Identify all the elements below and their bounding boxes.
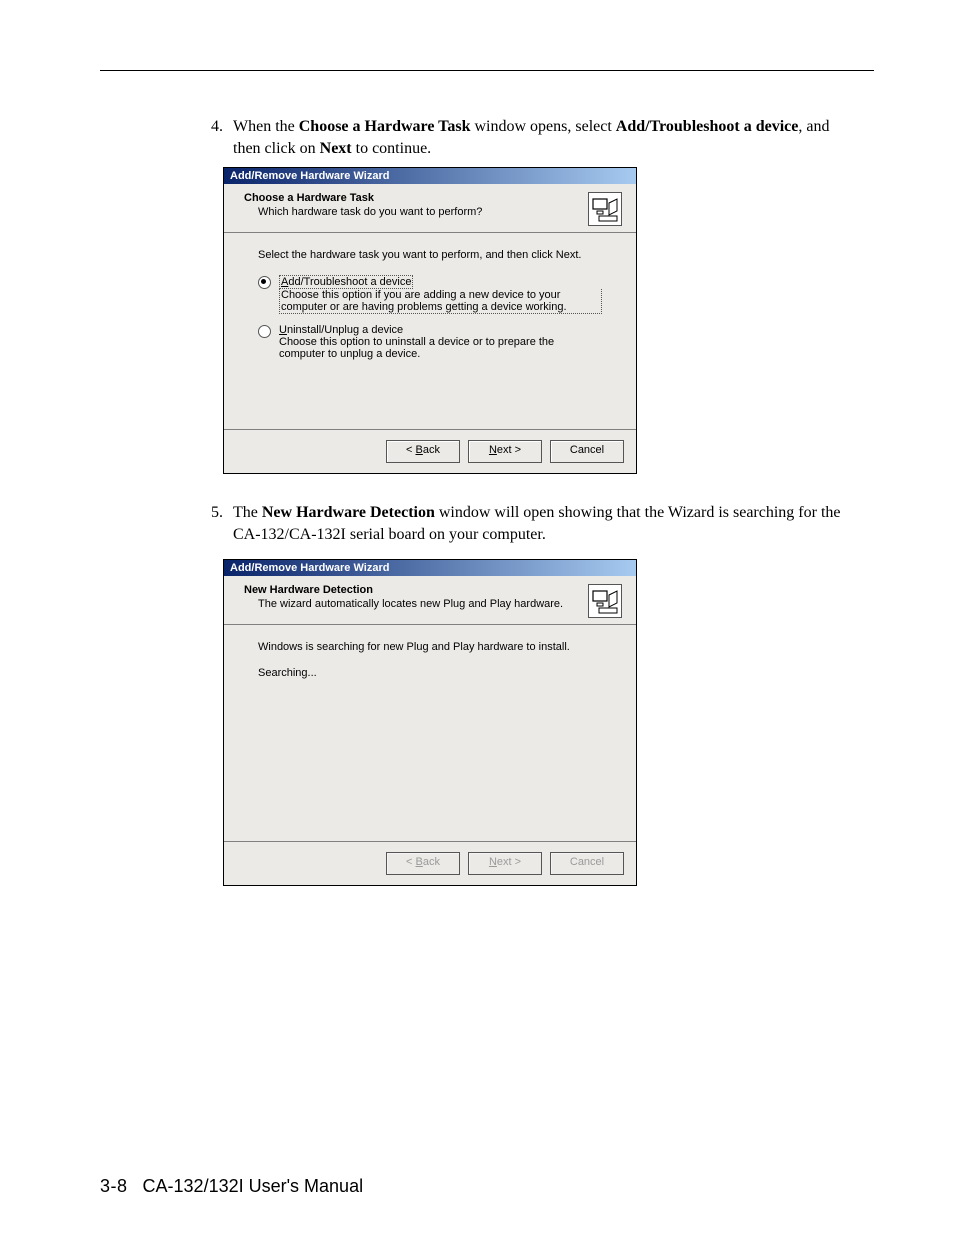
dialog-header: New Hardware Detection The wizard automa… — [224, 576, 636, 625]
dialog-titlebar: Add/Remove Hardware Wizard — [224, 560, 636, 576]
next-button[interactable]: Next > — [468, 440, 542, 463]
dialog-heading: New Hardware Detection — [244, 584, 580, 596]
dialog-titlebar: Add/Remove Hardware Wizard — [224, 168, 636, 184]
step-5: 5. The New Hardware Detection window wil… — [100, 502, 874, 545]
step-5-text: The New Hardware Detection window will o… — [233, 502, 854, 545]
text: ack — [423, 444, 440, 456]
radio-description: Choose this option if you are adding a n… — [279, 289, 602, 314]
text: ext > — [497, 444, 521, 456]
text-bold: Next — [320, 140, 352, 157]
cancel-button[interactable]: Cancel — [550, 440, 624, 463]
dialog-instruction: Select the hardware task you want to per… — [258, 249, 602, 261]
mnemonic: B — [416, 444, 423, 456]
mnemonic: N — [489, 444, 497, 456]
text-bold: Add/Troubleshoot a device — [616, 118, 799, 135]
hardware-wizard-icon — [588, 584, 622, 618]
step-4-text: When the Choose a Hardware Task window o… — [233, 116, 854, 159]
text: to continue. — [352, 140, 432, 157]
text: When the — [233, 118, 299, 135]
dialog-choose-hardware-task: Add/Remove Hardware Wizard Choose a Hard… — [223, 167, 637, 474]
radio-label: Uninstall/Unplug a device — [279, 324, 403, 336]
step-4: 4. When the Choose a Hardware Task windo… — [100, 116, 874, 159]
hardware-wizard-icon — [588, 192, 622, 226]
back-button[interactable]: < Back — [386, 440, 460, 463]
mnemonic: N — [489, 856, 497, 868]
step-4-number: 4. — [195, 116, 233, 159]
step-5-number: 5. — [195, 502, 233, 545]
text: The — [233, 504, 262, 521]
page-footer: 3-8 CA-132/132I User's Manual — [100, 1176, 363, 1197]
radio-button-selected-icon — [258, 276, 271, 289]
radio-button-icon — [258, 325, 271, 338]
cancel-button: Cancel — [550, 852, 624, 875]
top-rule — [100, 70, 874, 71]
radio-description: Choose this option to uninstall a device… — [279, 336, 602, 360]
next-button: Next > — [468, 852, 542, 875]
radio-uninstall-unplug[interactable]: Uninstall/Unplug a device Choose this op… — [258, 324, 602, 360]
dialog-new-hardware-detection: Add/Remove Hardware Wizard New Hardware … — [223, 559, 637, 886]
radio-label: Add/Troubleshoot a device — [279, 275, 413, 289]
text: ext > — [497, 856, 521, 868]
text: ninstall/Unplug a device — [287, 324, 403, 336]
manual-title: CA-132/132I User's Manual — [143, 1176, 364, 1196]
dialog-header: Choose a Hardware Task Which hardware ta… — [224, 184, 636, 233]
text-bold: New Hardware Detection — [262, 504, 435, 521]
page-number: 3-8 — [100, 1176, 128, 1196]
text: window opens, select — [470, 118, 615, 135]
dialog-button-row: < Back Next > Cancel — [224, 842, 636, 885]
dialog-body: Select the hardware task you want to per… — [224, 233, 636, 429]
text: ack — [423, 856, 440, 868]
text: dd/Troubleshoot a device — [288, 276, 411, 288]
dialog-subheading: Which hardware task do you want to perfo… — [244, 206, 580, 218]
text: < — [406, 856, 415, 868]
back-button: < Back — [386, 852, 460, 875]
dialog-body: Windows is searching for new Plug and Pl… — [224, 625, 636, 841]
text-bold: Choose a Hardware Task — [299, 118, 471, 135]
mnemonic: U — [279, 324, 287, 336]
dialog-button-row: < Back Next > Cancel — [224, 430, 636, 473]
radio-add-troubleshoot[interactable]: Add/Troubleshoot a device Choose this op… — [258, 275, 602, 314]
dialog-line: Windows is searching for new Plug and Pl… — [258, 641, 602, 653]
dialog-searching: Searching... — [258, 667, 602, 679]
text: < — [406, 444, 415, 456]
mnemonic: B — [416, 856, 423, 868]
dialog-heading: Choose a Hardware Task — [244, 192, 580, 204]
dialog-subheading: The wizard automatically locates new Plu… — [244, 598, 580, 610]
